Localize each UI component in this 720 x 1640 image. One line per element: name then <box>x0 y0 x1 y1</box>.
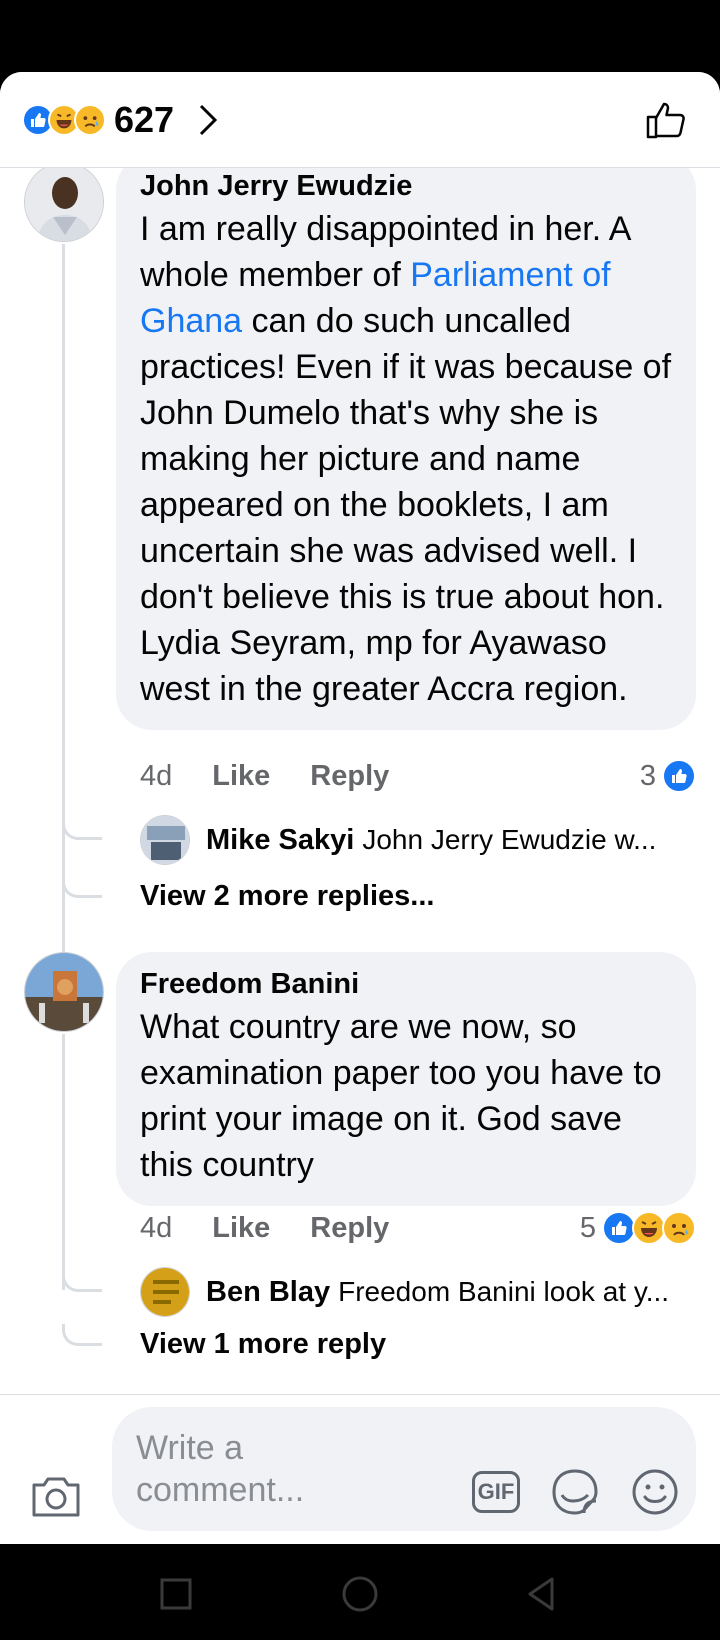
reply-button[interactable]: Reply <box>310 760 389 793</box>
recents-square-icon[interactable] <box>156 1574 196 1614</box>
reaction-total-count: 627 <box>114 99 175 140</box>
status-bar <box>0 0 720 72</box>
reply-author: Ben Blay <box>206 1275 331 1308</box>
emoji-icon[interactable] <box>630 1467 680 1517</box>
haha-reaction-icon <box>632 1211 666 1245</box>
gif-button[interactable]: GIF <box>472 1471 520 1513</box>
comments-sheet: 627 John Jerry Ewudzie I am really disap… <box>0 72 720 1544</box>
comment-reactions[interactable]: 5 <box>580 1208 696 1248</box>
comment-reactions[interactable]: 3 <box>640 756 696 796</box>
comment-reaction-count: 3 <box>639 759 656 792</box>
comment-bubble[interactable]: Freedom Banini What country are we now, … <box>116 952 696 1206</box>
back-triangle-icon[interactable] <box>522 1574 562 1614</box>
view-more-replies-link[interactable]: View 1 more reply <box>140 1328 386 1361</box>
home-circle-icon[interactable] <box>340 1574 380 1614</box>
system-nav-bar <box>0 1544 720 1640</box>
like-button[interactable]: Like <box>212 1212 270 1245</box>
camera-icon[interactable] <box>30 1473 82 1519</box>
comment-author[interactable]: Freedom Banini <box>140 966 672 1002</box>
comment-actions: 4d Like Reply <box>140 1208 389 1248</box>
comment-age: 4d <box>140 759 173 792</box>
thread-line <box>62 244 65 966</box>
reaction-header: 627 <box>0 72 720 168</box>
view-more-replies-link[interactable]: View 2 more replies... <box>140 880 434 913</box>
avatar <box>140 1267 190 1317</box>
comment-actions: 4d Like Reply <box>140 756 389 796</box>
comment-text: What country are we now, so examination … <box>140 1008 662 1184</box>
comment-input-placeholder[interactable]: Write a comment... <box>136 1427 406 1511</box>
reply-text: Freedom Banini look at y... <box>338 1276 670 1307</box>
reply-connector <box>62 876 102 898</box>
like-button[interactable]: Like <box>212 760 270 793</box>
comment-bubble[interactable]: John Jerry Ewudzie I am really disappoin… <box>116 168 696 730</box>
reply-connector <box>62 1270 102 1292</box>
comment-author[interactable]: John Jerry Ewudzie <box>140 168 672 204</box>
comment-composer: Write a comment... GIF <box>0 1394 720 1544</box>
reply-preview[interactable]: Ben Blay Freedom Banini look at y... <box>140 1266 669 1318</box>
reply-text: John Jerry Ewudzie w... <box>362 824 657 855</box>
like-icon[interactable] <box>642 96 690 144</box>
sad-reaction-icon <box>662 1211 696 1245</box>
reply-preview[interactable]: Mike Sakyi John Jerry Ewudzie w... <box>140 814 656 866</box>
comments-list: John Jerry Ewudzie I am really disappoin… <box>0 168 720 1394</box>
avatar[interactable] <box>24 952 104 1032</box>
chevron-right-icon <box>200 104 218 136</box>
avatar <box>140 815 190 865</box>
comment-text-part: can do such uncalled practices! Even if … <box>140 302 672 708</box>
comment-text: I am really disappointed in her. A whole… <box>140 206 672 712</box>
sticker-icon[interactable] <box>550 1467 600 1517</box>
reply-connector <box>62 818 102 840</box>
reply-button[interactable]: Reply <box>310 1212 389 1245</box>
comment-input[interactable]: Write a comment... GIF <box>112 1407 696 1531</box>
sad-reaction-icon <box>74 104 106 136</box>
reply-author: Mike Sakyi <box>206 823 355 856</box>
comment-reaction-count: 5 <box>579 1211 596 1244</box>
reaction-summary-button[interactable]: 627 <box>22 98 220 142</box>
like-reaction-icon <box>662 759 696 793</box>
reply-connector <box>62 1324 102 1346</box>
comment-age: 4d <box>140 1211 173 1244</box>
avatar[interactable] <box>24 168 104 242</box>
thread-line <box>62 1034 65 1290</box>
like-reaction-icon <box>602 1211 636 1245</box>
